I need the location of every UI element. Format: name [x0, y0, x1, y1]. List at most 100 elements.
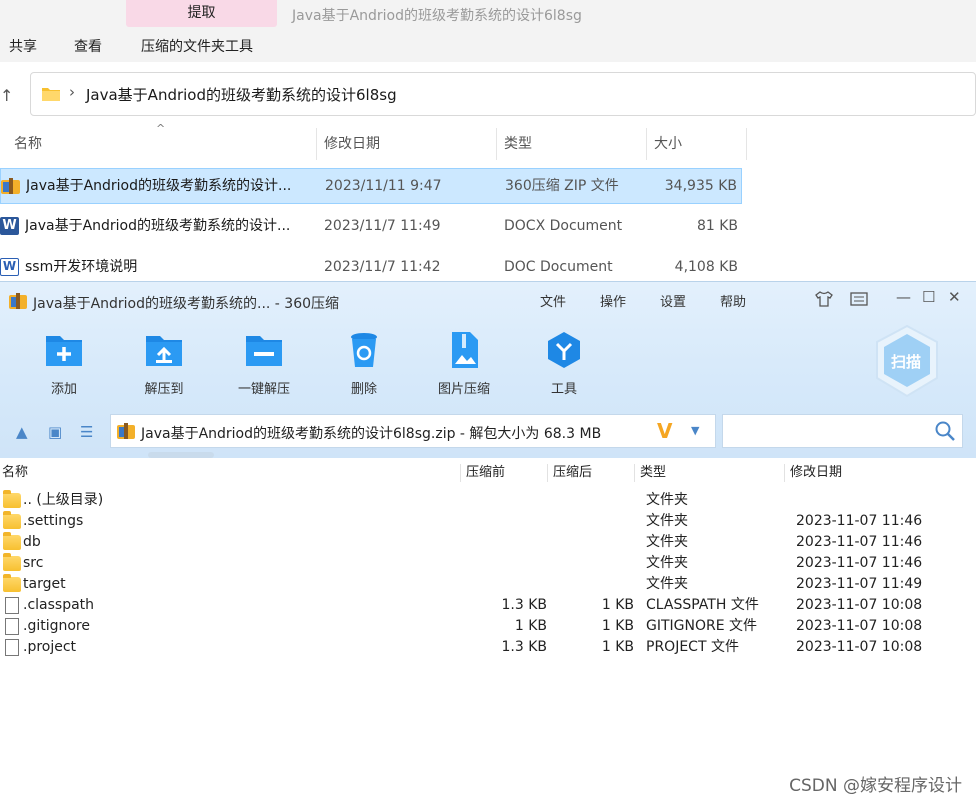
zip-path-text: Java基于Andriod的班级考勤系统的设计6l8sg.zip - 解包大小为…: [141, 426, 602, 442]
tools-button[interactable]: 工具: [524, 330, 604, 397]
chevron-right-icon: ›: [69, 83, 75, 101]
add-folder-icon: [46, 336, 82, 366]
column-divider[interactable]: [316, 128, 317, 160]
feedback-icon[interactable]: [850, 292, 868, 306]
entry-type: 文件夹: [646, 534, 688, 550]
column-divider[interactable]: [746, 128, 747, 160]
entry-type: GITIGNORE 文件: [646, 618, 758, 634]
thumbnail-view-icon[interactable]: ▣: [48, 423, 62, 441]
column-divider[interactable]: [634, 464, 635, 482]
entry-size-after: 1 KB: [601, 618, 634, 634]
file-icon: [5, 639, 19, 656]
zip-list-row[interactable]: .. (上级目录) 文件夹: [0, 490, 976, 511]
up-arrow-icon[interactable]: ↑: [0, 86, 13, 105]
tab-view[interactable]: 查看: [74, 36, 102, 56]
tool-label: 添加: [50, 382, 77, 397]
column-header-size[interactable]: 大小: [654, 128, 682, 160]
maximize-icon[interactable]: ☐: [922, 288, 935, 306]
column-divider[interactable]: [460, 464, 461, 482]
list-view-icon[interactable]: ☰: [80, 423, 93, 441]
zip-window: Java基于Andriod的班级考勤系统的... - 360压缩 文件 操作 设…: [0, 281, 976, 804]
column-header-type[interactable]: 类型: [504, 128, 532, 160]
file-row[interactable]: Java基于Andriod的班级考勤系统的设计... 2023/11/11 9:…: [0, 168, 742, 204]
entry-name: src: [23, 555, 44, 571]
file-size: 81 KB: [696, 218, 738, 234]
file-name: Java基于Andriod的班级考勤系统的设计...: [26, 178, 292, 194]
column-divider[interactable]: [496, 128, 497, 160]
zip-list-row[interactable]: .classpath 1.3 KB 1 KB CLASSPATH 文件 2023…: [0, 595, 976, 616]
close-icon[interactable]: ✕: [948, 288, 961, 306]
extract-to-button[interactable]: 解压到: [124, 330, 204, 397]
folder-icon: [3, 574, 21, 592]
menu-operation[interactable]: 操作: [600, 291, 626, 310]
file-date: 2023/11/11 9:47: [325, 178, 442, 194]
column-header-name[interactable]: 名称: [14, 128, 42, 160]
entry-name: .classpath: [23, 597, 95, 613]
entry-size-before: 1 KB: [514, 618, 547, 634]
zip-list-row[interactable]: .project 1.3 KB 1 KB PROJECT 文件 2023-11-…: [0, 637, 976, 658]
entry-type: 文件夹: [646, 513, 688, 529]
tool-label: 工具: [550, 382, 577, 397]
one-click-extract-button[interactable]: 一键解压: [224, 330, 304, 397]
horizontal-scrollbar[interactable]: [148, 452, 214, 458]
delete-bin-icon: [351, 333, 377, 367]
column-header-modified[interactable]: 修改日期: [324, 128, 380, 160]
image-compress-button[interactable]: 图片压缩: [424, 330, 504, 397]
search-icon[interactable]: [934, 420, 956, 442]
address-bar-row: ↑ › Java基于Andriod的班级考勤系统的设计6l8sg: [0, 62, 976, 126]
zip-path-bar[interactable]: Java基于Andriod的班级考勤系统的设计6l8sg.zip - 解包大小为…: [110, 414, 716, 448]
entry-size-before: 1.3 KB: [501, 597, 548, 613]
entry-date: 2023-11-07 10:08: [796, 618, 923, 634]
file-row[interactable]: W Java基于Andriod的班级考勤系统的设计... 2023/11/7 1…: [0, 209, 742, 245]
zip-list-row[interactable]: db 文件夹 2023-11-07 11:46: [0, 532, 976, 553]
entry-name: target: [23, 576, 66, 592]
menu-file[interactable]: 文件: [540, 291, 566, 310]
file-type: DOC Document: [504, 259, 613, 275]
zip-archive-icon: [1, 178, 20, 194]
entry-type: 文件夹: [646, 576, 688, 592]
tab-extract[interactable]: 提取: [126, 0, 277, 27]
delete-button[interactable]: 删除: [324, 330, 404, 397]
entry-date: 2023-11-07 11:46: [796, 513, 923, 529]
zip-list-row[interactable]: .gitignore 1 KB 1 KB GITIGNORE 文件 2023-1…: [0, 616, 976, 637]
extract-to-icon: [146, 336, 182, 366]
scan-button[interactable]: 扫描: [874, 324, 940, 398]
tool-label: 解压到: [144, 382, 184, 397]
tab-share[interactable]: 共享: [9, 36, 37, 56]
column-divider[interactable]: [784, 464, 785, 482]
column-header-type[interactable]: 类型: [640, 460, 666, 486]
file-name: ssm开发环境说明: [25, 259, 138, 275]
entry-type: 文件夹: [646, 492, 688, 508]
menu-help[interactable]: 帮助: [720, 291, 746, 310]
folder-icon: [42, 88, 60, 101]
dropdown-arrow-icon[interactable]: ▼: [691, 424, 699, 437]
entry-date: 2023-11-07 10:08: [796, 597, 923, 613]
column-header-date[interactable]: 修改日期: [790, 460, 842, 486]
zip-app-icon: [9, 293, 27, 309]
entry-name: .project: [23, 639, 77, 655]
tab-compressed-folder-tools[interactable]: 压缩的文件夹工具: [141, 36, 253, 56]
skin-shirt-icon[interactable]: [815, 291, 833, 307]
column-header-before[interactable]: 压缩前: [466, 460, 505, 486]
file-size: 34,935 KB: [664, 178, 737, 194]
zip-list-row[interactable]: src 文件夹 2023-11-07 11:46: [0, 553, 976, 574]
address-bar[interactable]: › Java基于Andriod的班级考勤系统的设计6l8sg: [30, 72, 976, 116]
zip-list-header: 名称 压缩前 压缩后 类型 修改日期: [0, 460, 976, 486]
menu-settings[interactable]: 设置: [660, 291, 686, 310]
zip-list-row[interactable]: .settings 文件夹 2023-11-07 11:46: [0, 511, 976, 532]
file-icon: [5, 597, 19, 614]
add-button[interactable]: 添加: [24, 330, 104, 397]
column-divider[interactable]: [646, 128, 647, 160]
zip-search-input[interactable]: [722, 414, 963, 448]
zip-list-row[interactable]: target 文件夹 2023-11-07 11:49: [0, 574, 976, 595]
entry-name: .gitignore: [23, 618, 90, 634]
column-header-name[interactable]: 名称: [2, 460, 28, 486]
file-type: 360压缩 ZIP 文件: [505, 178, 619, 194]
entry-size-before: 1.3 KB: [501, 639, 548, 655]
sort-ascending-icon: ^: [156, 122, 166, 135]
entry-name: db: [23, 534, 41, 550]
column-header-after[interactable]: 压缩后: [553, 460, 592, 486]
column-divider[interactable]: [547, 464, 548, 482]
parent-dir-icon[interactable]: ▲: [16, 423, 28, 441]
minimize-icon[interactable]: —: [896, 288, 911, 306]
